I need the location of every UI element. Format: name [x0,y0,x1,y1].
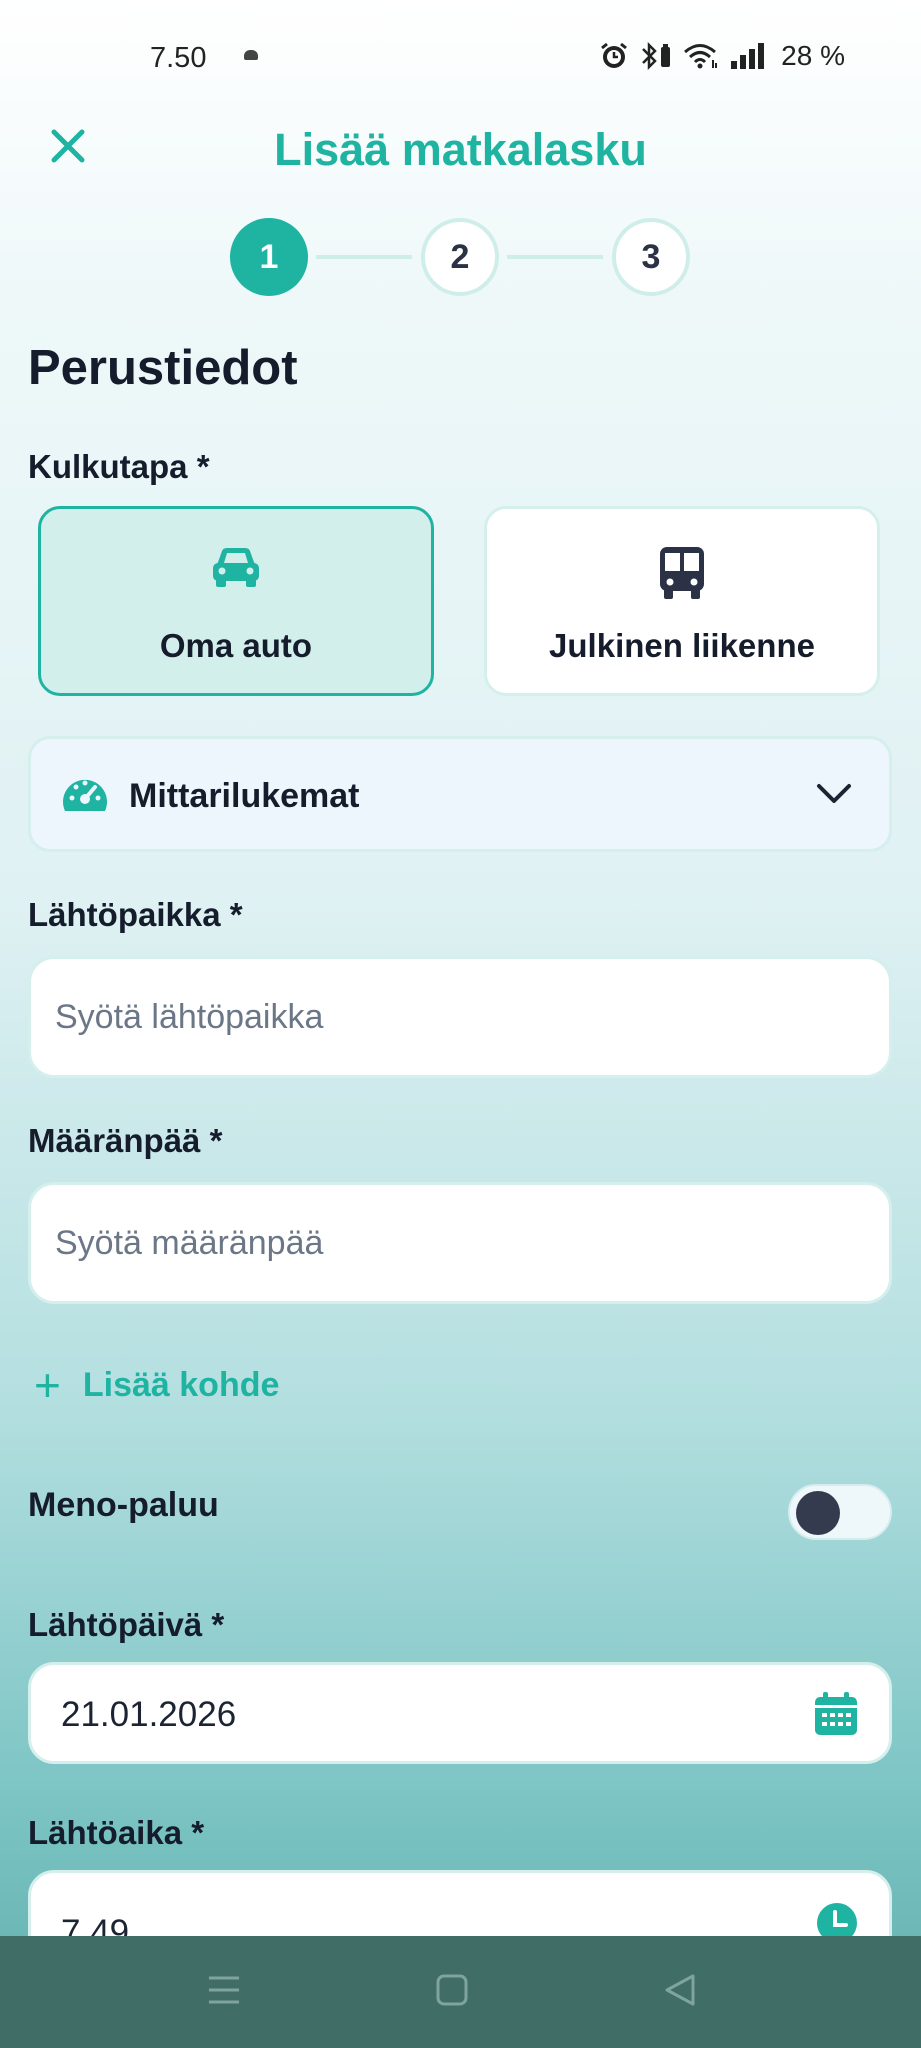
bus-icon [660,547,704,599]
gauge-icon [63,779,107,811]
weather-icon [244,50,258,60]
departure-place-input[interactable] [55,959,835,1075]
transport-option-public-transport[interactable]: Julkinen liikenne [484,506,880,696]
chevron-down-icon [817,784,851,803]
menu-icon[interactable] [206,1972,242,2008]
plus-icon: + [34,1359,61,1411]
round-trip-label: Meno-paluu [28,1486,219,1524]
destination-input[interactable] [55,1185,835,1301]
destination-field[interactable] [28,1182,892,1304]
departure-date-label: Lähtöpäivä * [28,1606,225,1643]
battery-percent: 28 % [781,40,845,71]
departure-place-label: Lähtöpaikka * [28,896,243,933]
round-trip-toggle[interactable] [788,1484,892,1540]
step-1: 1 [230,218,308,296]
section-title: Perustiedot [28,341,298,395]
alarm-icon [601,42,628,68]
departure-time-label: Lähtöaika * [28,1814,205,1851]
add-destination-label: Lisää kohde [82,1365,280,1404]
departure-place-field[interactable] [28,956,892,1078]
step-connector [316,255,412,259]
back-icon[interactable] [662,1972,698,2008]
step-connector [507,255,603,259]
destination-label: Määränpää * [28,1122,223,1159]
step-3: 3 [612,218,690,296]
stepper: 1 2 3 [230,218,690,296]
system-navigation-bar [0,1936,921,2048]
transport-option-label: Oma auto [159,627,313,664]
transport-option-label: Julkinen liikenne [549,627,815,664]
departure-date-field[interactable]: 21.01.2026 [28,1662,892,1764]
odometer-accordion[interactable]: Mittarilukemat [28,736,892,852]
calendar-icon[interactable] [813,1691,859,1737]
departure-date-value: 21.01.2026 [61,1695,237,1734]
status-time: 7.50 [150,42,207,74]
step-2: 2 [421,218,499,296]
signal-icon [731,43,765,69]
car-icon [213,548,259,587]
status-bar: 7.50 28 % [0,0,921,110]
add-destination-button[interactable]: + Lisää kohde [34,1362,279,1408]
odometer-title: Mittarilukemat [129,777,360,815]
toggle-knob [796,1491,840,1535]
bluetooth-icon [642,41,671,71]
transport-label: Kulkutapa * [28,448,210,485]
transport-option-own-car[interactable]: Oma auto [38,506,434,696]
page-title: Lisää matkalasku [274,124,647,175]
home-icon[interactable] [434,1972,470,2008]
wifi-icon [684,44,718,69]
status-icons: 28 % [599,40,845,72]
